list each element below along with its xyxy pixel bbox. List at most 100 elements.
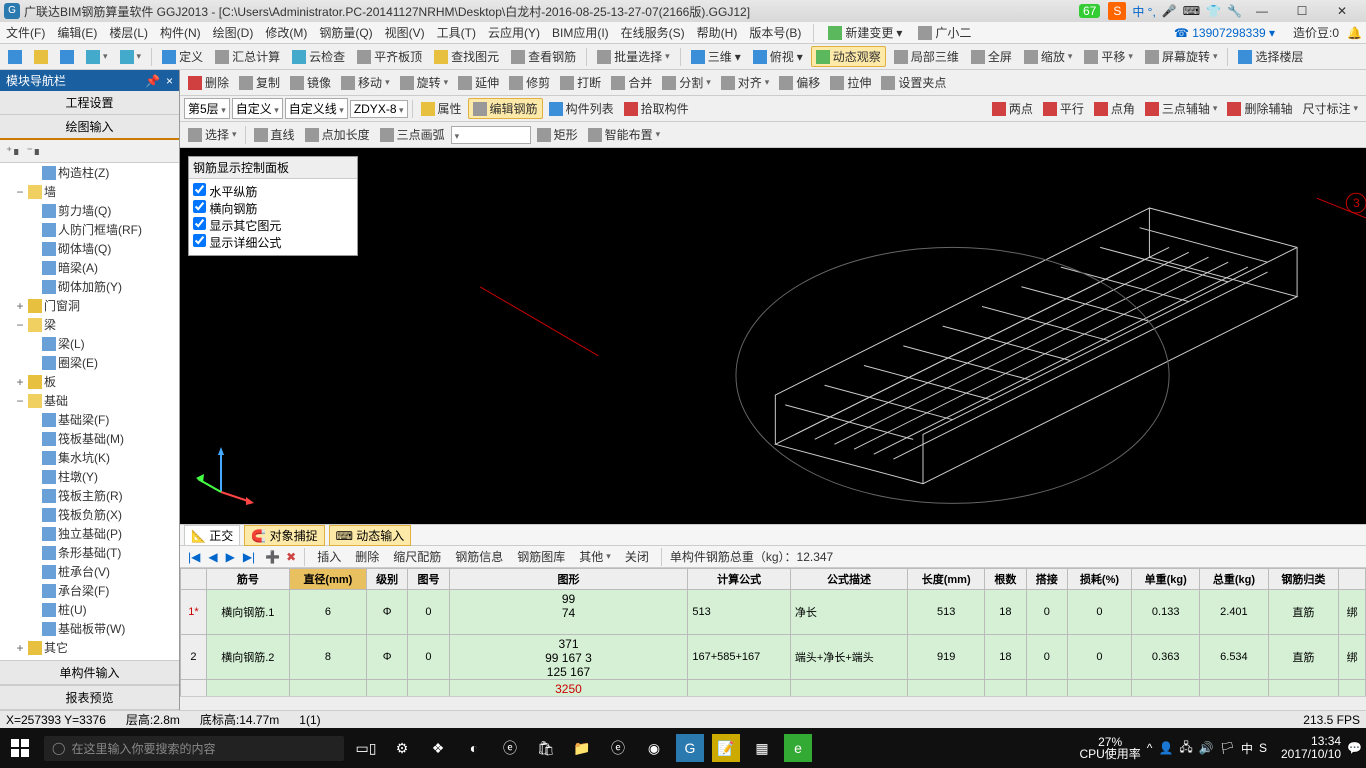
taskbar-search[interactable]: ◯ 在这里输入你要搜索的内容	[44, 736, 344, 761]
cmd-insert[interactable]: 插入	[313, 547, 345, 566]
tab-draw-input[interactable]: 绘图输入	[0, 115, 179, 140]
type-select[interactable]: 自定义线	[285, 98, 348, 119]
ime-tray-icon[interactable]: 中	[1241, 740, 1253, 757]
batchsel-button[interactable]: 批量选择	[593, 47, 674, 66]
panel-check[interactable]: 显示其它图元	[193, 217, 353, 234]
store-icon[interactable]: 🛍	[532, 734, 560, 762]
code-select[interactable]: ZDYX-8	[350, 100, 408, 118]
col-header[interactable]: 损耗(%)	[1067, 569, 1131, 590]
tab-project-settings[interactable]: 工程设置	[0, 91, 179, 115]
props-button[interactable]: 属性	[417, 99, 466, 118]
save-button[interactable]	[56, 49, 78, 65]
line-button[interactable]: 直线	[250, 125, 299, 144]
define-button[interactable]: 定义	[158, 47, 207, 66]
network-icon[interactable]: 🖧	[1179, 738, 1192, 759]
edge-icon[interactable]: ⓔ	[496, 734, 524, 762]
tree-item[interactable]: +门窗洞	[0, 296, 179, 315]
expand-icon[interactable]: ⁺∎	[6, 144, 20, 158]
cmd-rebarlib[interactable]: 钢筋图库	[513, 547, 569, 566]
tray-up-icon[interactable]: ^	[1147, 741, 1153, 755]
explorer-icon[interactable]: 📁	[568, 734, 596, 762]
menu-bim[interactable]: BIM应用(I)	[550, 24, 611, 41]
select-button[interactable]: 选择	[184, 125, 241, 144]
snap-toggle[interactable]: 🧲 对象捕捉	[244, 525, 324, 546]
collapse-icon[interactable]: ⁻∎	[27, 144, 41, 158]
col-header[interactable]: 长度(mm)	[908, 569, 985, 590]
col-header[interactable]: 根数	[985, 569, 1026, 590]
mic-icon[interactable]: 🎤	[1162, 4, 1177, 18]
col-header[interactable]: 公式描述	[790, 569, 907, 590]
ie-icon[interactable]: ⓔ	[604, 734, 632, 762]
editrebar-button[interactable]: 编辑钢筋	[468, 98, 543, 119]
dim-button[interactable]: 尺寸标注	[1298, 99, 1362, 118]
cmd-rebarinfo[interactable]: 钢筋信息	[451, 547, 507, 566]
break-button[interactable]: 打断	[556, 73, 605, 92]
ortho-toggle[interactable]: 📐 正交	[184, 525, 240, 546]
panel-check[interactable]: 显示详细公式	[193, 234, 353, 251]
app-5-icon[interactable]: 📝	[712, 734, 740, 762]
mirror-button[interactable]: 镜像	[286, 73, 335, 92]
3d-button[interactable]: 三维 ▾	[687, 47, 745, 66]
col-header[interactable]	[1339, 569, 1366, 590]
tree-item[interactable]: 砌体加筋(Y)	[0, 277, 179, 296]
menu-version[interactable]: 版本号(B)	[747, 24, 803, 41]
table-row[interactable]: 3水平纵筋.18Φ132503250净长32502001.2842.568直筋绑	[181, 680, 1366, 697]
taskview-icon[interactable]: ▭▯	[352, 734, 380, 762]
flag-icon[interactable]: 🏳	[1220, 741, 1235, 755]
col-header[interactable]: 总重(kg)	[1200, 569, 1268, 590]
close-button[interactable]: ✕	[1322, 4, 1362, 18]
merge-button[interactable]: 合并	[607, 73, 656, 92]
rect-button[interactable]: 矩形	[533, 125, 582, 144]
menu-edit[interactable]: 编辑(E)	[55, 24, 99, 41]
cpu-meter[interactable]: 27%CPU使用率	[1079, 736, 1140, 760]
tree-item[interactable]: 桩承台(V)	[0, 562, 179, 581]
rotate-button[interactable]: 旋转	[396, 73, 453, 92]
table-row[interactable]: 1*横向钢筋.16Φ09974513净长51318000.1332.401直筋绑	[181, 590, 1366, 635]
align-button[interactable]: 对齐	[717, 73, 774, 92]
app-2-icon[interactable]: ❖	[424, 734, 452, 762]
parallel-button[interactable]: 平行	[1039, 99, 1088, 118]
record-nav[interactable]: |◀◀▶▶|	[184, 550, 259, 564]
minimize-button[interactable]: —	[1242, 4, 1282, 18]
menu-modify[interactable]: 修改(M)	[263, 24, 309, 41]
move-button[interactable]: 移动	[337, 73, 394, 92]
volume-icon[interactable]: 🔊	[1199, 741, 1214, 755]
keyboard-icon[interactable]: ⌨	[1183, 4, 1200, 18]
col-header[interactable]: 搭接	[1026, 569, 1067, 590]
credit-label[interactable]: 造价豆:0	[1293, 24, 1339, 41]
local3d-button[interactable]: 局部三维	[890, 47, 963, 66]
stretch-button[interactable]: 拉伸	[826, 73, 875, 92]
arc3-button[interactable]: 三点画弧	[376, 125, 449, 144]
cmd-scalerebar[interactable]: 缩尺配筋	[389, 547, 445, 566]
app-1-icon[interactable]: ⚙	[388, 734, 416, 762]
app-6-icon[interactable]: ▦	[748, 734, 776, 762]
redo-button[interactable]	[116, 49, 146, 65]
viewport[interactable]: 钢筋显示控制面板 水平纵筋 横向钢筋 显示其它图元 显示详细公式	[180, 148, 1366, 524]
sumcalc-button[interactable]: 汇总计算	[211, 47, 284, 66]
selfloor-button[interactable]: 选择楼层	[1234, 47, 1307, 66]
tree-item[interactable]: 砌体墙(Q)	[0, 239, 179, 258]
phone-number[interactable]: ☎ 13907298339 ▾	[1174, 26, 1275, 40]
menu-online[interactable]: 在线服务(S)	[619, 24, 687, 41]
new-change-button[interactable]: 新建变更 ▾	[824, 23, 906, 42]
tree-item[interactable]: −梁	[0, 315, 179, 334]
menu-floor[interactable]: 楼层(L)	[107, 24, 150, 41]
menu-draw[interactable]: 绘图(D)	[211, 24, 256, 41]
tree-item[interactable]: 筏板负筋(X)	[0, 505, 179, 524]
app-active-icon[interactable]: G	[676, 734, 704, 762]
findelem-button[interactable]: 查找图元	[430, 47, 503, 66]
clock[interactable]: 13:342017/10/10	[1281, 735, 1341, 761]
tree-item[interactable]: 筏板主筋(R)	[0, 486, 179, 505]
offset-button[interactable]: 偏移	[775, 73, 824, 92]
dynview-button[interactable]: 动态观察	[811, 46, 886, 67]
ptangle-button[interactable]: 点角	[1090, 99, 1139, 118]
ime-cn-icon[interactable]: 中 °,	[1132, 3, 1155, 20]
cmd-close[interactable]: 关闭	[621, 547, 653, 566]
cmd-delete[interactable]: 删除	[351, 547, 383, 566]
copy-button[interactable]: 复制	[235, 73, 284, 92]
col-header[interactable]: 图形	[449, 569, 688, 590]
cmd-other[interactable]: 其他	[575, 547, 615, 566]
col-header[interactable]: 直径(mm)	[289, 569, 366, 590]
wrench-icon[interactable]: 🔧	[1227, 4, 1242, 18]
tree-item[interactable]: 基础板带(W)	[0, 619, 179, 638]
